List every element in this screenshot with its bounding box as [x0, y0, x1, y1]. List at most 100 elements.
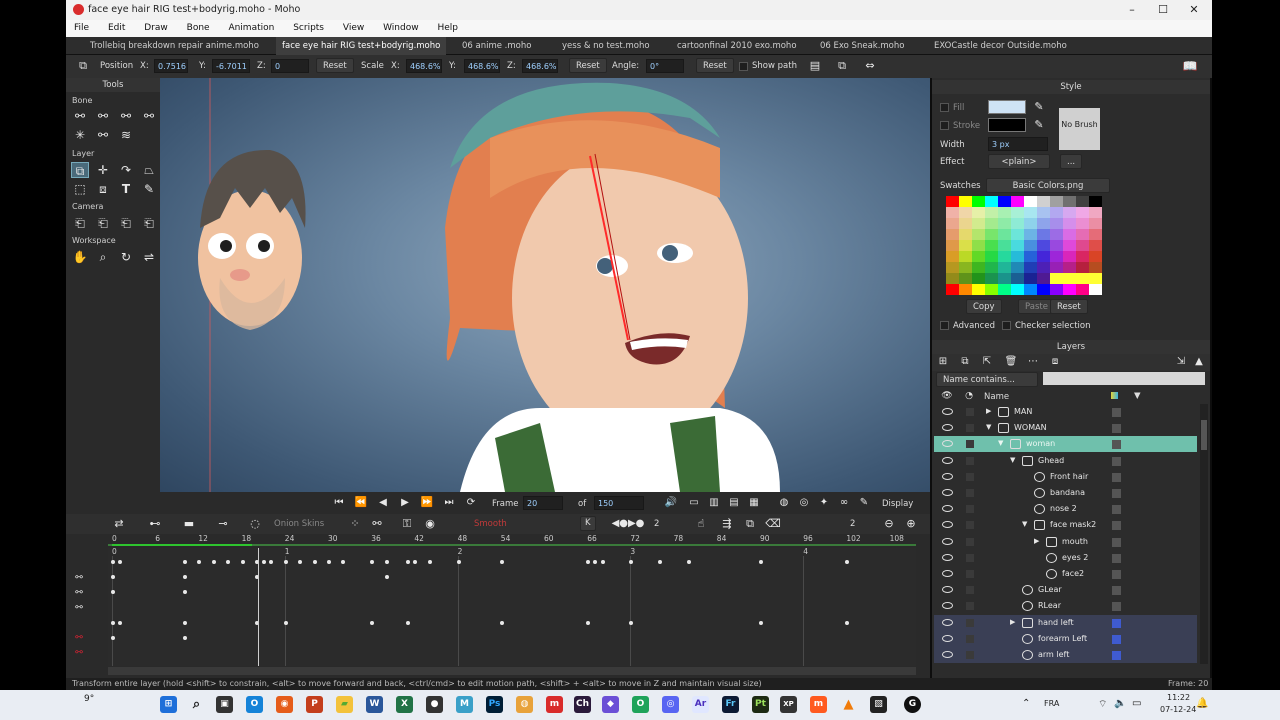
view-split-icon[interactable]: ▥ [705, 495, 723, 511]
palette-swatch[interactable] [1024, 284, 1037, 295]
palette-swatch[interactable] [1050, 273, 1063, 284]
view-single-icon[interactable]: ▭ [685, 495, 703, 511]
menu-window[interactable]: Window [375, 20, 427, 33]
palette-swatch[interactable] [1037, 251, 1050, 262]
expand-arrow-icon[interactable]: ▼ [1022, 520, 1027, 528]
delete-keys-icon[interactable]: ⌫ [764, 516, 782, 532]
stroke-color-swatch[interactable] [988, 118, 1026, 132]
menu-draw[interactable]: Draw [136, 20, 176, 33]
palette-swatch[interactable] [998, 240, 1011, 251]
palette-swatch[interactable] [1089, 196, 1102, 207]
keyframe-dot[interactable] [312, 560, 317, 564]
swatches-dropdown[interactable]: Basic Colors.png [986, 178, 1110, 193]
expand-arrow-icon[interactable]: ▼ [986, 423, 991, 431]
tab-document[interactable]: yess & no test.moho [556, 37, 656, 55]
layer-row[interactable]: ▼ Ghead [934, 453, 1197, 469]
palette-swatch[interactable] [959, 251, 972, 262]
palette-swatch[interactable] [1024, 240, 1037, 251]
palette-swatch[interactable] [1063, 262, 1076, 273]
palette-swatch[interactable] [1037, 207, 1050, 218]
palette-swatch[interactable] [998, 284, 1011, 295]
palette-swatch[interactable] [1076, 251, 1089, 262]
position-z-field[interactable]: 0 [271, 59, 309, 73]
visibility-eye-icon[interactable] [942, 651, 953, 658]
effect-dropdown[interactable]: <plain> [988, 154, 1050, 169]
layer-color-tag[interactable] [1112, 651, 1121, 660]
visibility-eye-icon[interactable] [942, 618, 953, 626]
keyframe-dot[interactable] [687, 560, 691, 564]
battery-icon[interactable]: ▭ [1132, 698, 1141, 709]
visibility-eye-icon[interactable] [942, 408, 953, 415]
keyframe-dot[interactable] [197, 560, 202, 564]
firefox-icon[interactable]: ◉ [276, 696, 293, 713]
palette-swatch[interactable] [1011, 218, 1024, 229]
book-icon[interactable]: 📖 [1181, 58, 1199, 74]
view-horizontal-icon[interactable]: ▤ [725, 495, 743, 511]
palette-swatch[interactable] [1024, 273, 1037, 284]
outlook-icon[interactable]: O [246, 696, 263, 713]
keyframe-dot[interactable] [413, 560, 418, 564]
align-icon[interactable]: ⇔ [861, 58, 879, 74]
layer-search-input[interactable] [1043, 372, 1205, 385]
palette-swatch[interactable] [972, 273, 985, 284]
menu-help[interactable]: Help [429, 20, 466, 33]
orange-app-icon[interactable]: m [810, 696, 827, 713]
palette-swatch[interactable] [1089, 273, 1102, 284]
bone-strength-icon[interactable]: ≋ [117, 127, 135, 143]
palette-swatch[interactable] [972, 262, 985, 273]
delete-layer-icon[interactable]: 🗑 [1002, 354, 1020, 370]
keyframe-dot[interactable] [111, 621, 115, 625]
fx-icon[interactable]: ✦ [815, 495, 833, 511]
keyframe-dot[interactable] [226, 560, 231, 564]
lock-toggle[interactable] [966, 489, 974, 497]
layer-row[interactable]: nose 2 [934, 501, 1197, 517]
fill-checkbox[interactable] [940, 103, 949, 112]
palette-swatch[interactable] [1076, 218, 1089, 229]
palette-swatch[interactable] [1037, 196, 1050, 207]
transform-layer-tool-icon[interactable]: ⧉ [71, 162, 89, 178]
palette-swatch[interactable] [1037, 273, 1050, 284]
channel-area[interactable]: 0 1 2 3 4 [108, 547, 916, 666]
palette-swatch[interactable] [946, 273, 959, 284]
menu-scripts[interactable]: Scripts [285, 20, 332, 33]
rotate-workspace-icon[interactable]: ↻ [117, 249, 135, 265]
layer-row[interactable]: forearm Left [934, 630, 1197, 647]
loop-icon[interactable]: ⟳ [462, 495, 480, 511]
palette-swatch[interactable] [1037, 284, 1050, 295]
expand-arrow-icon[interactable]: ▼ [998, 439, 1003, 447]
layer-comps-icon[interactable]: ⧈ [1046, 354, 1064, 370]
palette-swatch[interactable] [946, 284, 959, 295]
sort-arrow-icon[interactable]: ▼ [1134, 391, 1141, 401]
palette-swatch[interactable] [1089, 207, 1102, 218]
layer-color-tag[interactable] [1112, 440, 1121, 450]
tab-document[interactable]: 06 anime .moho [456, 37, 537, 55]
palette-swatch[interactable] [1076, 262, 1089, 273]
layers-scrollbar[interactable] [1200, 404, 1208, 664]
discord-icon[interactable]: ◎ [662, 696, 679, 713]
lock-toggle[interactable] [966, 570, 974, 578]
copy-icon[interactable]: ⧉ [833, 58, 851, 74]
github-icon[interactable]: G [904, 696, 921, 713]
lock-toggle[interactable] [966, 537, 974, 546]
palette-swatch[interactable] [998, 262, 1011, 273]
clock-date[interactable]: 07-12-24 [1160, 705, 1196, 714]
palette-swatch[interactable] [959, 196, 972, 207]
keyframe-dot[interactable] [586, 621, 591, 625]
flip-layer-icon[interactable]: ⬚ [71, 181, 89, 197]
zoom-level[interactable]: 2 [850, 519, 855, 529]
effect-more-button[interactable]: ... [1060, 154, 1083, 169]
palette-swatch[interactable] [998, 251, 1011, 262]
photoshop-icon[interactable]: Ps [486, 696, 503, 713]
step-value[interactable]: 2 [654, 519, 659, 529]
keys-icon[interactable]: ⚿ [398, 516, 416, 532]
keyframe-dot[interactable] [384, 575, 389, 579]
layer-color-tag[interactable] [1112, 553, 1121, 563]
palette-swatch[interactable] [1050, 218, 1063, 229]
pan-tilt-camera-icon[interactable]: ⎗ [140, 215, 158, 231]
blender-icon[interactable]: ◍ [516, 696, 533, 713]
lock-toggle[interactable] [966, 424, 974, 433]
palette-swatch[interactable] [972, 229, 985, 240]
excel-icon[interactable]: X [396, 696, 413, 713]
media-app-icon[interactable]: M [456, 696, 473, 713]
keyframe-dot[interactable] [283, 621, 288, 625]
